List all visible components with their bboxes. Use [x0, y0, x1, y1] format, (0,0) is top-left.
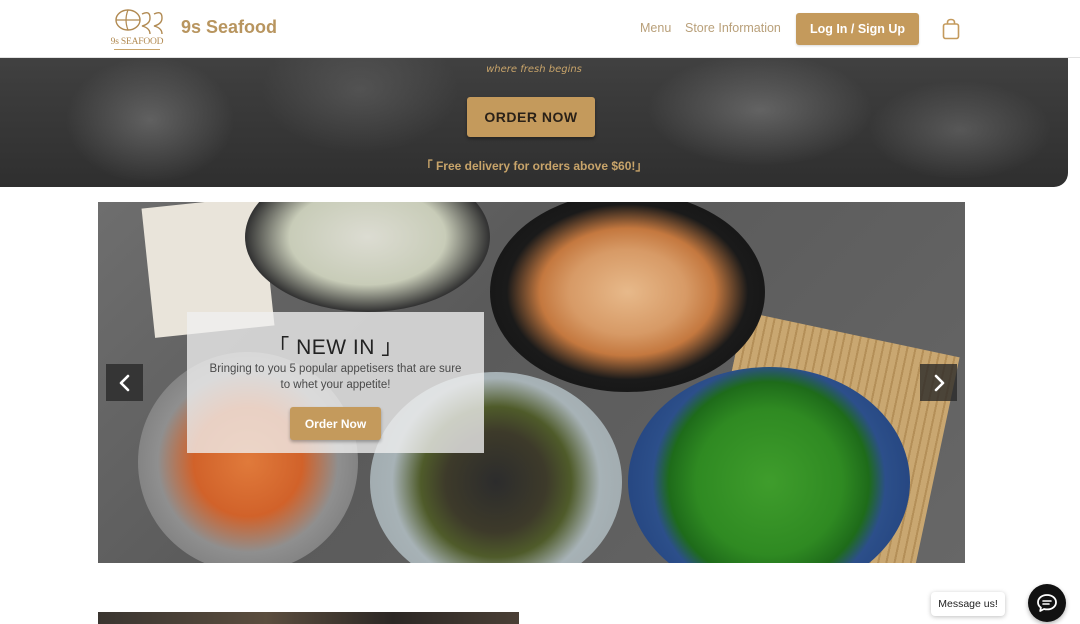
carousel-prev-button[interactable] — [106, 364, 143, 401]
site-header: 9s SEAFOOD 9s Seafood Menu Store Informa… — [0, 0, 1080, 58]
next-section-image — [98, 612, 519, 624]
brand-name[interactable]: 9s Seafood — [181, 17, 277, 38]
logo-text: 9s SEAFOOD — [110, 37, 164, 47]
chat-icon — [1037, 594, 1057, 612]
shopping-bag-icon[interactable] — [942, 18, 960, 40]
slide-description: Bringing to you 5 popular appetisers tha… — [209, 363, 462, 391]
delivery-note: 「 Free delivery for orders above $60!」 — [420, 159, 648, 173]
logo[interactable]: 9s SEAFOOD — [106, 6, 168, 52]
nav-store-info-link[interactable]: Store Information — [685, 21, 781, 35]
order-now-button[interactable]: ORDER NOW — [467, 97, 595, 137]
login-signup-button[interactable]: Log In / Sign Up — [796, 13, 919, 45]
chat-message-bubble[interactable]: Message us! — [931, 592, 1005, 616]
logo-underline — [114, 49, 160, 50]
jellyfish-dish — [490, 202, 765, 392]
chevron-right-icon — [934, 374, 944, 391]
slide-order-now-button[interactable]: Order Now — [290, 407, 381, 440]
slide-title: 「 NEW IN 」 — [268, 336, 403, 359]
fish-salad-dish — [245, 202, 490, 312]
nav-menu-link[interactable]: Menu — [640, 21, 671, 35]
chat-button[interactable] — [1028, 584, 1066, 622]
hero-tagline: where fresh begins — [486, 64, 582, 75]
chevron-left-icon — [119, 374, 129, 391]
slide-caption-card: 「 NEW IN 」 Bringing to you 5 popular app… — [187, 312, 484, 453]
logo-fish-icon — [115, 9, 163, 35]
carousel-next-button[interactable] — [920, 364, 957, 401]
